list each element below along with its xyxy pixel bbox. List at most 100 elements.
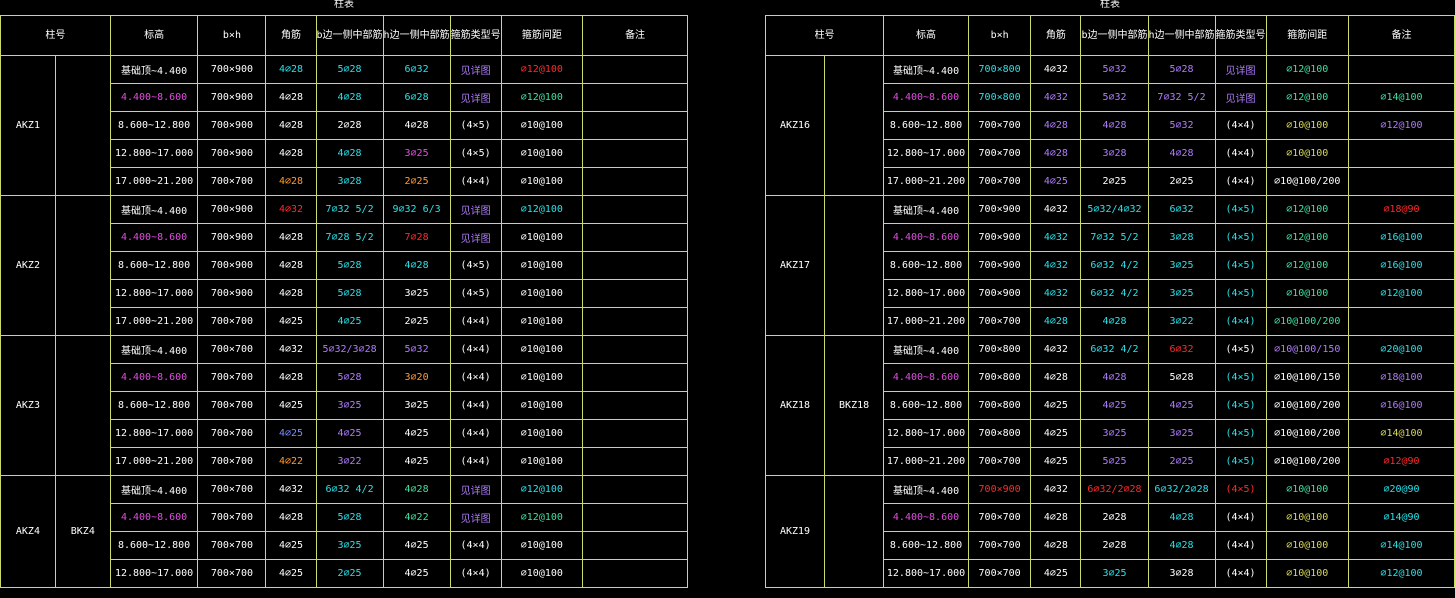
table-cell: ⌀12@100 [500,55,584,84]
column-header: 标高 [883,15,969,56]
table-cell: 4⌀25 [1030,391,1082,420]
table-row: AKZ2 基础顶~4.400 700×900 4⌀32 7⌀32 5/2 9⌀32 6/3… [0,195,688,336]
table-cell: 4⌀32 [1030,251,1082,280]
table-cell: 700×700 [967,531,1032,560]
column-header: 角筋 [1030,15,1082,56]
table-cell: (4×5) [1214,363,1267,392]
table-cell: ⌀12@100 [1265,83,1350,112]
column-header: b×h [197,15,267,56]
column-id: AKZ3 [0,335,56,476]
table-cell: 见详图 [449,195,502,224]
table-cell: 4⌀32 [265,475,317,504]
table-cell: 2⌀25 [1147,447,1216,476]
table-cell [582,531,688,560]
column-id: AKZ18 [764,335,826,476]
table-cell: (4×5) [449,139,502,168]
table-cell: 4⌀25 [265,391,317,420]
table-header: 柱号 标高 b×h 角筋 b边一侧中部筋 h边一侧中部筋 箍筋类型号 箍筋间距 备注 [764,15,1455,56]
column-sub-id: BKZ4 [54,475,111,588]
table-cell: 3⌀25 [315,391,384,420]
table-cell: 700×900 [197,111,267,140]
table-cell: 700×800 [967,335,1032,364]
table-cell: 4⌀28 [265,83,317,112]
table-cell: 4⌀25 [265,559,317,588]
table-cell: ⌀10@100 [500,363,584,392]
table-cell: ⌀18@100 [1348,363,1455,392]
table-cell: 7⌀32 5/2 [1080,223,1149,252]
table-cell: 3⌀25 [1080,559,1149,588]
table-cell: ⌀12@100 [1265,55,1350,84]
table-cell: 12.800~17.000 [109,559,199,588]
table-cell: 3⌀25 [382,279,451,308]
table-cell: 4⌀28 [1147,531,1216,560]
table-cell: 5⌀28 [1147,55,1216,84]
table-cell: ⌀14@100 [1348,531,1455,560]
table-cell: ⌀10@100 [500,531,584,560]
table-cell: 基础顶~4.400 [109,335,199,364]
table-cell: ⌀10@100 [500,223,584,252]
table-header: 柱号 标高 b×h 角筋 b边一侧中部筋 h边一侧中部筋 箍筋类型号 箍筋间距 备注 [0,15,688,56]
table-cell: ⌀10@100 [500,279,584,308]
table-cell: 700×800 [967,419,1032,448]
table-cell: 700×800 [967,363,1032,392]
table-cell: 3⌀28 [315,167,384,196]
table-cell: ⌀18@90 [1348,195,1455,224]
table-cell: 700×800 [967,83,1032,112]
table-cell: (4×5) [1214,335,1267,364]
table-cell: 基础顶~4.400 [109,55,199,84]
table-cell: ⌀10@100/200 [1265,391,1350,420]
table-cell: 700×900 [197,279,267,308]
table-cell: (4×4) [1214,531,1267,560]
table-cell: (4×5) [1214,475,1267,504]
table-cell: ⌀12@100 [500,475,584,504]
column-header: b边一侧中部筋 [315,15,384,56]
table-cell: 4⌀22 [382,503,451,532]
table-cell: 4⌀28 [315,83,384,112]
table-row: AKZ4 BKZ4 基础顶~4.400 700×700 4⌀32 6⌀32 4/2 4⌀28… [0,475,688,588]
table-cell [582,139,688,168]
column-id: AKZ16 [764,55,826,196]
table-cell [582,111,688,140]
table-cell: 17.000~21.200 [883,447,969,476]
table-cell: ⌀10@100 [500,419,584,448]
table-body: AKZ16 基础顶~4.400 700×800 4⌀32 5⌀32 5⌀28 见详图 ⌀12@… [764,55,1455,588]
table-cell: 5⌀32 [1080,55,1149,84]
table-cell [582,363,688,392]
table-cell: 4⌀22 [265,447,317,476]
table-cell: 700×700 [967,447,1032,476]
table-cell: 4.400~8.600 [883,83,969,112]
table-cell: 5⌀32/4⌀32 [1080,195,1149,224]
table-cell: ⌀12@100 [1348,279,1455,308]
table-cell: 5⌀32 [1080,83,1149,112]
table-cell: ⌀10@100 [500,167,584,196]
table-cell: 基础顶~4.400 [883,195,969,224]
table-cell: 4⌀25 [265,307,317,336]
table-cell: (4×4) [1214,503,1267,532]
table-cell: 3⌀25 [382,391,451,420]
column-sub-id: BKZ18 [824,335,885,476]
table-cell: ⌀10@100 [1265,475,1350,504]
table-cell: 700×900 [197,55,267,84]
table-cell: ⌀10@100 [500,111,584,140]
table-cell: 700×700 [197,419,267,448]
table-row: AKZ18 BKZ18 基础顶~4.400 700×800 4⌀32 6⌀32 4/2 6⌀… [764,335,1455,476]
table-cell: (4×4) [449,167,502,196]
table-body: AKZ1 基础顶~4.400 700×900 4⌀28 5⌀28 6⌀32 见详图 ⌀12@1… [0,55,688,588]
table-cell: 2⌀28 [1080,531,1149,560]
table-cell: ⌀14@100 [1348,419,1455,448]
table-cell: 4⌀25 [382,531,451,560]
table-cell: 12.800~17.000 [883,559,969,588]
table-cell [582,55,688,84]
table-cell: (4×4) [1214,559,1267,588]
table-cell: 4⌀28 [265,111,317,140]
column-id: AKZ2 [0,195,56,336]
table-cell: 5⌀32 [1147,111,1216,140]
table-cell: 4⌀28 [1080,363,1149,392]
table-cell: ⌀10@100 [500,307,584,336]
table-cell: 见详图 [449,223,502,252]
column-sub-id [824,195,885,336]
column-sub-id [54,335,111,476]
table-cell: 4⌀25 [1030,167,1082,196]
table-row: AKZ16 基础顶~4.400 700×800 4⌀32 5⌀32 5⌀28 见详图 ⌀12@… [764,55,1455,196]
table-cell: ⌀10@100 [500,391,584,420]
